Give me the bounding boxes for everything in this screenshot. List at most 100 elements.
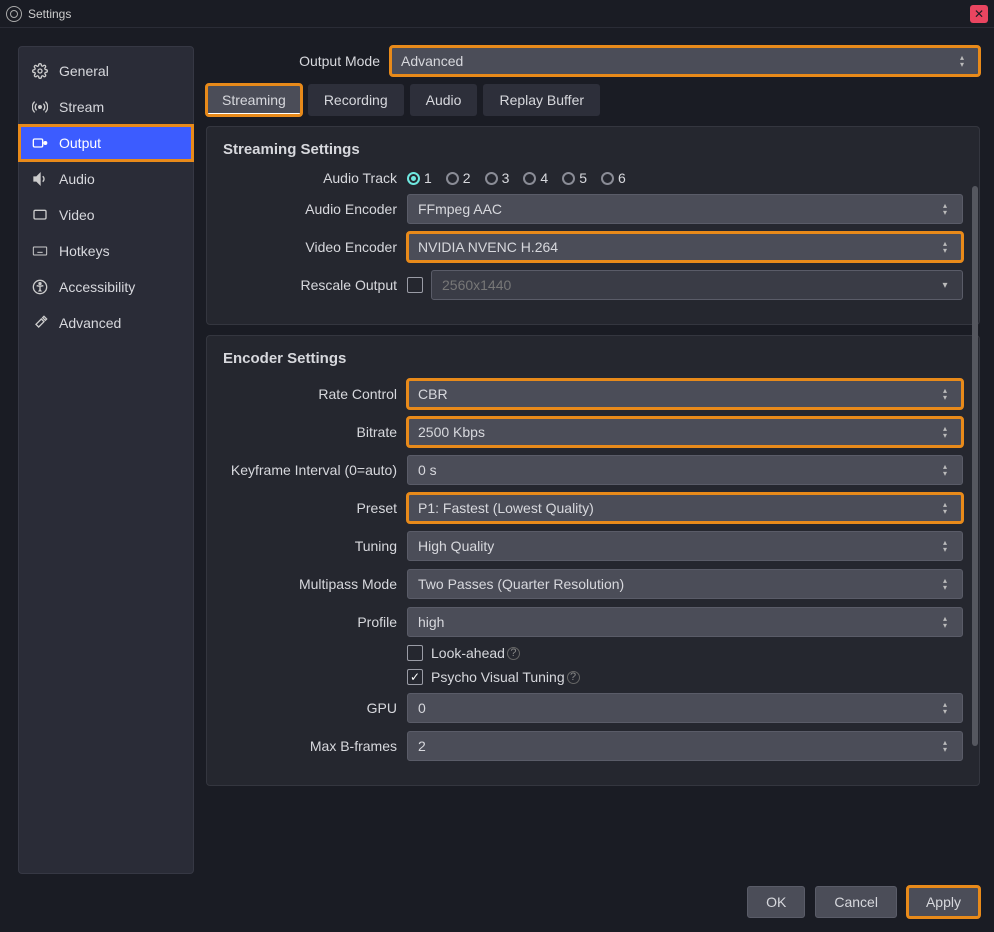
preset-label: Preset [223, 500, 407, 516]
bitrate-label: Bitrate [223, 424, 407, 440]
spinner-icon [938, 387, 952, 401]
sidebar-item-label: Advanced [59, 315, 121, 331]
output-mode-label: Output Mode [206, 53, 390, 69]
bitrate-input[interactable]: 2500 Kbps [407, 417, 963, 447]
titlebar: Settings ✕ [0, 0, 994, 28]
audio-track-radio-6[interactable]: 6 [601, 170, 626, 186]
sidebar-item-accessibility[interactable]: Accessibility [19, 269, 193, 305]
sidebar-item-hotkeys[interactable]: Hotkeys [19, 233, 193, 269]
audio-encoder-select[interactable]: FFmpeg AAC [407, 194, 963, 224]
spinner-icon [938, 539, 952, 553]
rescale-output-label: Rescale Output [223, 277, 407, 293]
sidebar-item-label: Output [59, 135, 101, 151]
keyframe-input[interactable]: 0 s [407, 455, 963, 485]
spinner-icon [938, 425, 952, 439]
audio-track-label: Audio Track [223, 170, 407, 186]
tab-recording[interactable]: Recording [308, 84, 404, 116]
audio-track-radio-5[interactable]: 5 [562, 170, 587, 186]
rate-control-label: Rate Control [223, 386, 407, 402]
help-icon[interactable]: ? [567, 671, 580, 684]
audio-icon [31, 170, 49, 188]
sidebar-item-stream[interactable]: Stream [19, 89, 193, 125]
multipass-select[interactable]: Two Passes (Quarter Resolution) [407, 569, 963, 599]
spinner-icon [938, 463, 952, 477]
keyframe-label: Keyframe Interval (0=auto) [223, 462, 407, 478]
streaming-settings-section: Streaming Settings Audio Track 1 2 3 4 5… [206, 126, 980, 325]
audio-encoder-label: Audio Encoder [223, 201, 407, 217]
streaming-settings-title: Streaming Settings [223, 141, 963, 158]
video-encoder-select[interactable]: NVIDIA NVENC H.264 [407, 232, 963, 262]
gear-icon [31, 62, 49, 80]
chevron-down-icon [938, 282, 952, 289]
tab-streaming[interactable]: Streaming [206, 84, 302, 116]
video-encoder-label: Video Encoder [223, 239, 407, 255]
audio-track-radios: 1 2 3 4 5 6 [407, 170, 963, 186]
spinner-icon [938, 501, 952, 515]
multipass-label: Multipass Mode [223, 576, 407, 592]
audio-track-radio-4[interactable]: 4 [523, 170, 548, 186]
spinner-icon [938, 577, 952, 591]
app-logo-icon [6, 6, 22, 22]
gpu-label: GPU [223, 700, 407, 716]
scrollbar-track[interactable] [972, 186, 978, 864]
bframes-label: Max B-frames [223, 738, 407, 754]
help-icon[interactable]: ? [507, 647, 520, 660]
sidebar-item-video[interactable]: Video [19, 197, 193, 233]
output-mode-select[interactable]: Advanced [390, 46, 980, 76]
sidebar-item-output[interactable]: Output [19, 125, 193, 161]
profile-select[interactable]: high [407, 607, 963, 637]
tuning-label: Tuning [223, 538, 407, 554]
bframes-input[interactable]: 2 [407, 731, 963, 761]
dialog-footer: OK Cancel Apply [0, 874, 994, 930]
ok-button[interactable]: OK [747, 886, 805, 918]
spinner-icon [938, 240, 952, 254]
spinner-icon [938, 615, 952, 629]
sidebar-item-label: Accessibility [59, 279, 135, 295]
audio-track-radio-1[interactable]: 1 [407, 170, 432, 186]
profile-label: Profile [223, 614, 407, 630]
antenna-icon [31, 98, 49, 116]
sidebar-item-label: Hotkeys [59, 243, 110, 259]
sidebar-item-label: Audio [59, 171, 95, 187]
spinner-icon [938, 739, 952, 753]
apply-button[interactable]: Apply [907, 886, 980, 918]
settings-sidebar: General Stream Output Audio Video [18, 46, 194, 874]
lookahead-checkbox[interactable] [407, 645, 423, 661]
output-tabs: Streaming Recording Audio Replay Buffer [206, 84, 980, 116]
tab-replay-buffer[interactable]: Replay Buffer [483, 84, 600, 116]
audio-track-radio-2[interactable]: 2 [446, 170, 471, 186]
rate-control-select[interactable]: CBR [407, 379, 963, 409]
tools-icon [31, 314, 49, 332]
sidebar-item-label: Video [59, 207, 95, 223]
tuning-select[interactable]: High Quality [407, 531, 963, 561]
scrollbar-thumb[interactable] [972, 186, 978, 746]
cancel-button[interactable]: Cancel [815, 886, 897, 918]
lookahead-label: Look-ahead [431, 645, 505, 661]
main-panel: Output Mode Advanced Streaming Recording… [206, 46, 980, 874]
close-button[interactable]: ✕ [970, 5, 988, 23]
sidebar-item-advanced[interactable]: Advanced [19, 305, 193, 341]
rescale-output-select: 2560x1440 [431, 270, 963, 300]
monitor-icon [31, 206, 49, 224]
spinner-icon [955, 54, 969, 68]
encoder-settings-section: Encoder Settings Rate Control CBR Bitrat… [206, 335, 980, 786]
output-mode-value: Advanced [401, 53, 955, 69]
output-icon [31, 134, 49, 152]
psycho-checkbox[interactable] [407, 669, 423, 685]
tab-audio[interactable]: Audio [410, 84, 478, 116]
sidebar-item-general[interactable]: General [19, 53, 193, 89]
accessibility-icon [31, 278, 49, 296]
sidebar-item-label: General [59, 63, 109, 79]
psycho-label: Psycho Visual Tuning [431, 669, 565, 685]
spinner-icon [938, 701, 952, 715]
window-title: Settings [28, 7, 71, 21]
rescale-output-checkbox[interactable] [407, 277, 423, 293]
sidebar-item-audio[interactable]: Audio [19, 161, 193, 197]
sidebar-item-label: Stream [59, 99, 104, 115]
keyboard-icon [31, 242, 49, 260]
spinner-icon [938, 202, 952, 216]
preset-select[interactable]: P1: Fastest (Lowest Quality) [407, 493, 963, 523]
gpu-input[interactable]: 0 [407, 693, 963, 723]
encoder-settings-title: Encoder Settings [223, 350, 963, 367]
audio-track-radio-3[interactable]: 3 [485, 170, 510, 186]
